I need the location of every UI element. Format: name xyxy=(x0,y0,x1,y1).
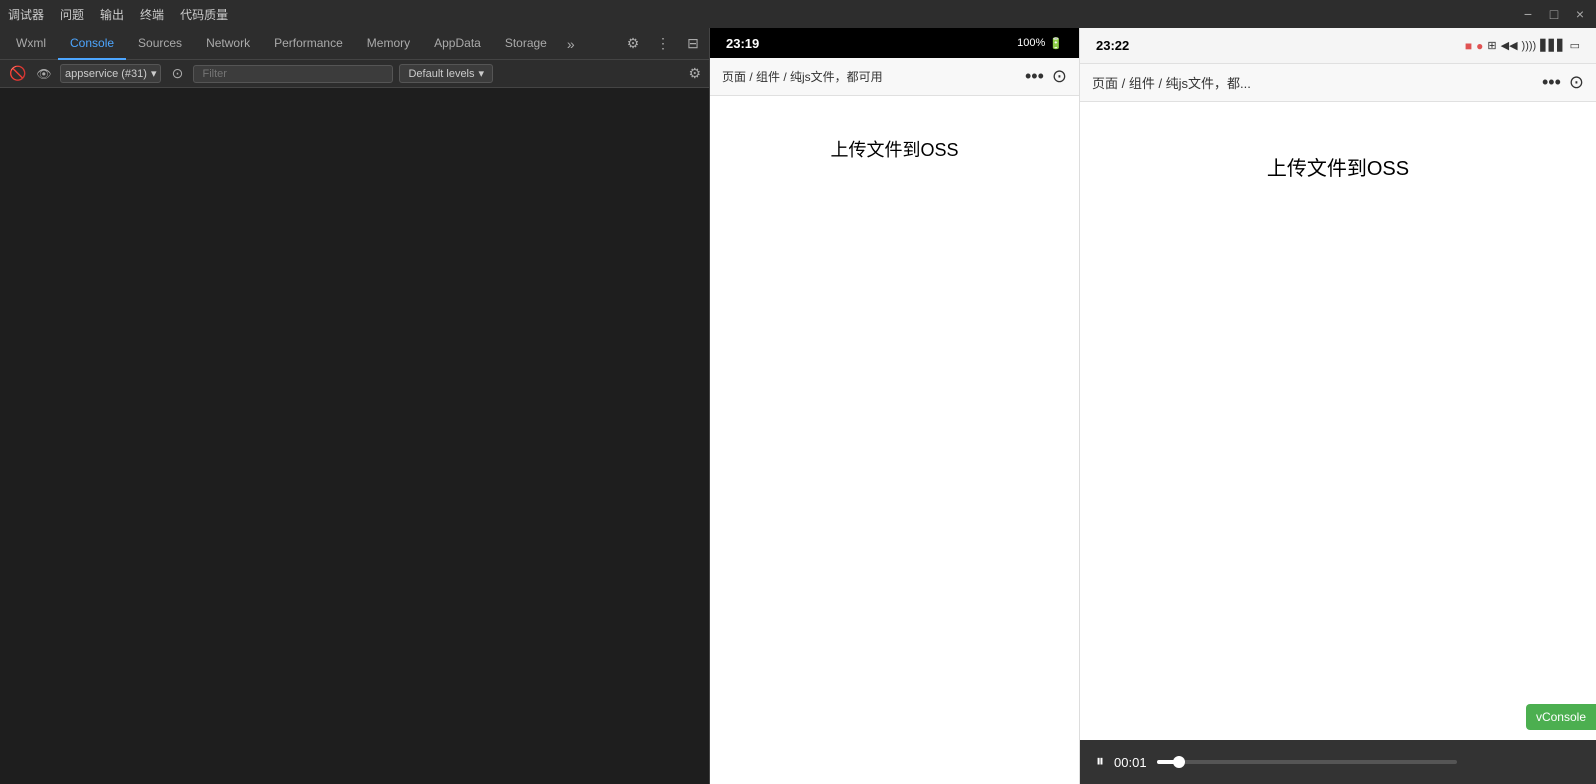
media-time: 00:01 xyxy=(1114,755,1147,770)
signal-icon: ▋▋▋ xyxy=(1540,39,1565,52)
default-levels-label: Default levels xyxy=(408,68,474,80)
page-title-left: 上传文件到OSS xyxy=(830,136,958,162)
console-settings-icon[interactable]: ⚙ xyxy=(688,65,701,82)
tab-storage[interactable]: Storage xyxy=(493,28,559,60)
tab-wxml[interactable]: Wxml xyxy=(4,28,58,60)
tab-network[interactable]: Network xyxy=(194,28,262,60)
battery-icon-left: 🔋 xyxy=(1049,37,1063,50)
nav-bar-left: 页面 / 组件 / 纯js文件，都可用 ••• ⊙ xyxy=(710,58,1079,96)
vconsole-button[interactable]: vConsole xyxy=(1526,704,1596,730)
devtools-tab-bar: Wxml Console Sources Network Performance… xyxy=(0,28,709,60)
menu-issues[interactable]: 问题 xyxy=(60,6,84,23)
default-levels-dropdown[interactable]: Default levels ▾ xyxy=(399,64,493,83)
settings-icon[interactable]: ⚙ xyxy=(621,32,645,56)
console-toolbar: 🚫 👁 appservice (#31) ▾ ⊙ Default levels … xyxy=(0,60,709,88)
stop-indicator: ● xyxy=(1476,39,1483,53)
phone-status-bar-right: 23:22 ■ ● ⊞ ◀◀ )))) ▋▋▋ ▭ xyxy=(1080,28,1596,64)
nav-icons-right: ••• ⊙ xyxy=(1542,72,1584,93)
title-bar: 调试器 问题 输出 终端 代码质量 − □ × xyxy=(0,0,1596,28)
nav-breadcrumb-left: 页面 / 组件 / 纯js文件，都可用 xyxy=(722,68,883,85)
filter-input[interactable] xyxy=(193,65,393,83)
volume-icon: ◀◀ xyxy=(1501,39,1518,52)
nav-icons-left: ••• ⊙ xyxy=(1025,66,1067,87)
tab-sources[interactable]: Sources xyxy=(126,28,194,60)
phone-status-icons-right: ■ ● ⊞ ◀◀ )))) ▋▋▋ ▭ xyxy=(1465,39,1580,53)
battery-icon-right: ▭ xyxy=(1570,39,1580,52)
eye-icon[interactable]: 👁 xyxy=(34,64,54,84)
prohibit-icon[interactable]: 🚫 xyxy=(8,64,28,84)
service-selector-label: appservice (#31) xyxy=(65,68,147,80)
tab-console[interactable]: Console xyxy=(58,28,126,60)
wifi-icon: )))) xyxy=(1522,40,1537,52)
simulator-left: 23:19 100% 🔋 页面 / 组件 / 纯js文件，都可用 ••• ⊙ 上… xyxy=(710,28,1080,784)
page-content-right: 上传文件到OSS xyxy=(1080,102,1596,784)
menu-terminal[interactable]: 终端 xyxy=(140,6,164,23)
tab-memory[interactable]: Memory xyxy=(355,28,422,60)
service-selector-arrow: ▾ xyxy=(151,67,157,80)
dock-icon[interactable]: ⊟ xyxy=(681,32,705,56)
window-controls: − □ × xyxy=(1520,6,1588,22)
media-slider-thumb xyxy=(1173,756,1185,768)
menu-codequality[interactable]: 代码质量 xyxy=(180,6,228,23)
nav-breadcrumb-right: 页面 / 组件 / 纯js文件，都... xyxy=(1092,73,1251,92)
page-content-left: 上传文件到OSS xyxy=(710,96,1079,784)
nav-target-right[interactable]: ⊙ xyxy=(1569,72,1584,93)
nav-dots-right[interactable]: ••• xyxy=(1542,72,1561,93)
simulator-right: 23:22 ■ ● ⊞ ◀◀ )))) ▋▋▋ ▭ 页面 / 组件 / 纯js文… xyxy=(1080,28,1596,784)
battery-percent-left: 100% xyxy=(1017,37,1045,49)
tab-appdata[interactable]: AppData xyxy=(422,28,493,60)
tab-action-icons: ⚙ ⋮ ⊟ xyxy=(621,32,705,56)
menu-output[interactable]: 输出 xyxy=(100,6,124,23)
pause-button[interactable]: ⏸ xyxy=(1096,753,1104,771)
page-title-right: 上传文件到OSS xyxy=(1267,152,1409,181)
title-bar-menu: 调试器 问题 输出 终端 代码质量 xyxy=(8,6,228,23)
phone-status-icons-left: 100% 🔋 xyxy=(1017,37,1063,50)
service-selector[interactable]: appservice (#31) ▾ xyxy=(60,64,161,83)
phone-time-right: 23:22 xyxy=(1096,38,1129,53)
phone-status-bar-left: 23:19 100% 🔋 xyxy=(710,28,1079,58)
main-layout: Wxml Console Sources Network Performance… xyxy=(0,28,1596,784)
media-bar: ⏸ 00:01 xyxy=(1080,740,1596,784)
default-levels-arrow: ▾ xyxy=(479,67,485,80)
nav-dots-left[interactable]: ••• xyxy=(1025,66,1044,87)
tab-performance[interactable]: Performance xyxy=(262,28,355,60)
phone-time-left: 23:19 xyxy=(726,36,759,51)
menu-debugger[interactable]: 调试器 xyxy=(8,6,44,23)
record-indicator: ■ xyxy=(1465,39,1472,53)
console-content xyxy=(0,88,709,784)
close-button[interactable]: × xyxy=(1572,6,1588,22)
nav-target-left[interactable]: ⊙ xyxy=(1052,66,1067,87)
kebab-menu-icon[interactable]: ⋮ xyxy=(651,32,675,56)
maximize-button[interactable]: □ xyxy=(1546,6,1562,22)
tab-more-button[interactable]: » xyxy=(559,36,583,52)
minimize-button[interactable]: − xyxy=(1520,6,1536,22)
target-icon[interactable]: ⊙ xyxy=(167,64,187,84)
nav-bar-right: 页面 / 组件 / 纯js文件，都... ••• ⊙ xyxy=(1080,64,1596,102)
devtools-panel: Wxml Console Sources Network Performance… xyxy=(0,28,710,784)
notification-icon: ⊞ xyxy=(1487,39,1496,52)
media-progress-slider[interactable] xyxy=(1157,760,1457,764)
